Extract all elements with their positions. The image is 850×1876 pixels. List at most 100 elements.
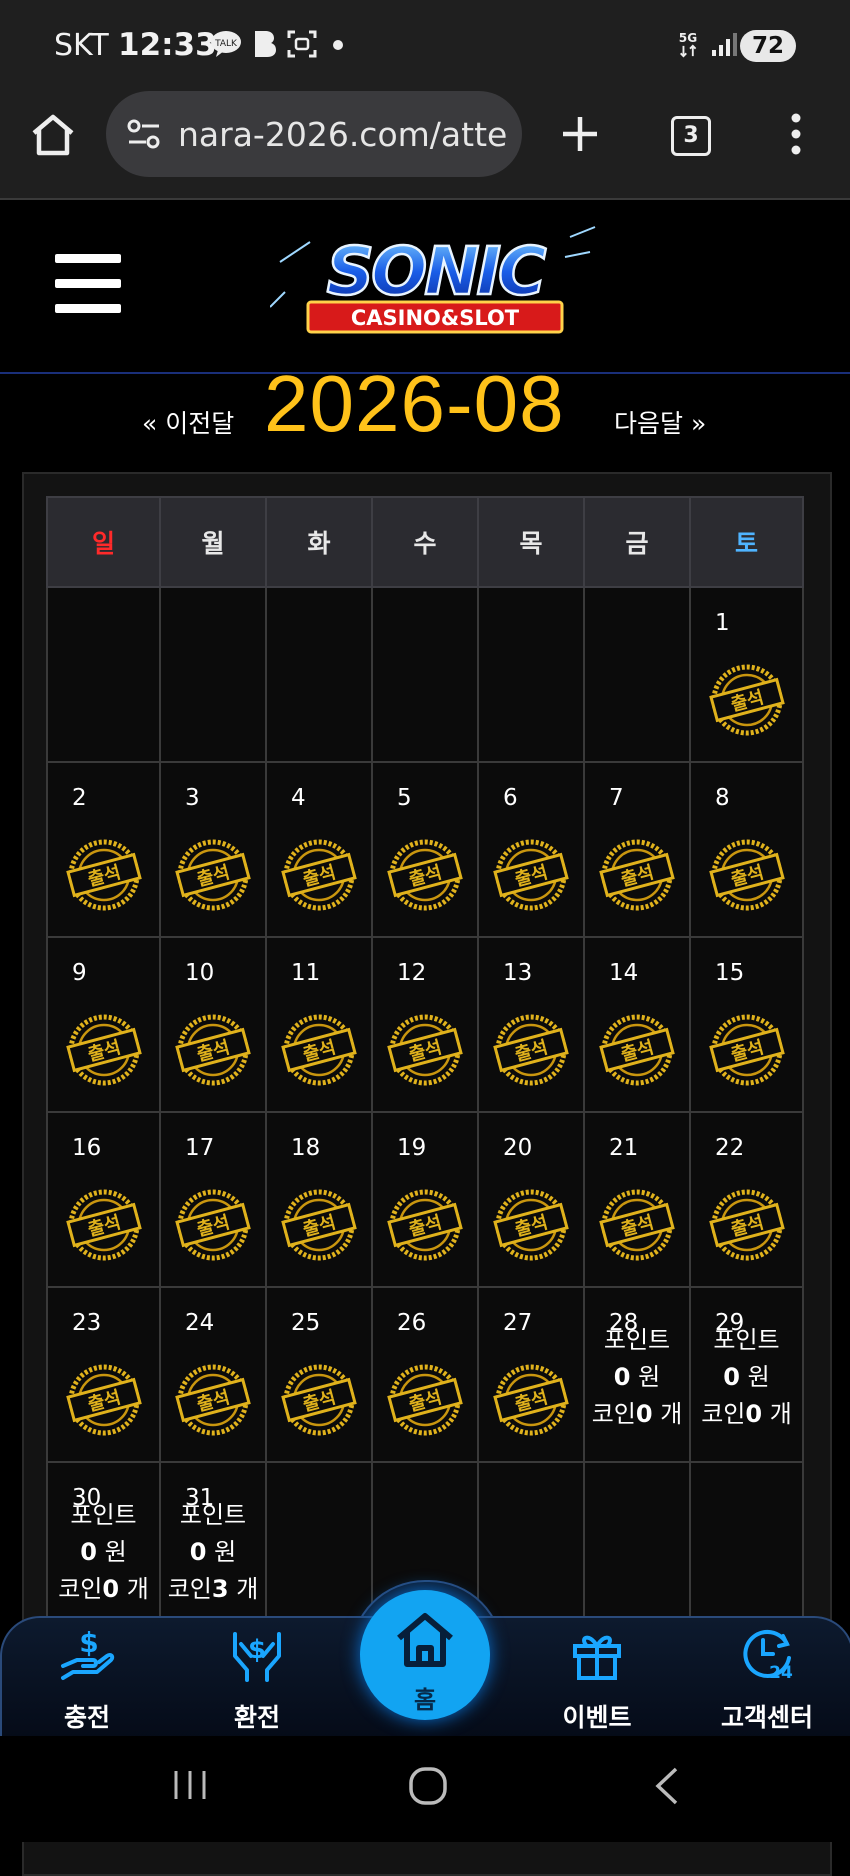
day-number: 8 <box>715 785 730 811</box>
tab-switcher-button[interactable]: 3 <box>671 116 711 156</box>
day-number: 1 <box>715 610 730 636</box>
attendance-stamp-icon: 출석 <box>599 1189 675 1261</box>
overflow-menu-icon[interactable] <box>785 112 807 156</box>
calendar-day-cell[interactable]: 14 출석 <box>583 936 691 1113</box>
day-reward-summary: 포인트 0 원 코인0 개 <box>48 1497 159 1608</box>
prev-month-link[interactable]: « 이전달 <box>142 404 234 440</box>
attendance-stamp-icon: 출석 <box>65 839 142 911</box>
calendar-day-cell[interactable]: 23 출석 <box>46 1286 161 1463</box>
weekday-sat: 토 <box>689 496 804 588</box>
day-number: 22 <box>715 1135 745 1161</box>
point-value: 0 <box>189 1538 207 1566</box>
support-24-icon: 24 <box>743 1629 793 1682</box>
attendance-stamp-icon: 출석 <box>599 1014 675 1086</box>
calendar-day-cell[interactable]: 8 출석 <box>689 761 804 938</box>
b-app-notification-icon <box>255 31 276 57</box>
new-tab-plus-icon[interactable] <box>560 114 600 154</box>
android-navigation-bar <box>0 1736 850 1842</box>
calendar-day-cell[interactable]: 12 출석 <box>371 936 479 1113</box>
svg-text:24: 24 <box>769 1663 793 1682</box>
calendar-day-cell[interactable]: 30 포인트 0 원 코인0 개 <box>46 1461 161 1638</box>
calendar-day-cell[interactable]: 15 출석 <box>689 936 804 1113</box>
site-settings-icon[interactable] <box>126 118 162 150</box>
calendar-day-cell <box>265 586 373 763</box>
calendar-day-cell[interactable]: 22 출석 <box>689 1111 804 1288</box>
calendar-day-cell <box>159 586 267 763</box>
android-home-icon[interactable] <box>408 1766 448 1806</box>
5g-network-icon: 5G <box>679 31 697 58</box>
calendar-day-cell[interactable]: 4 출석 <box>265 761 373 938</box>
calendar-day-cell[interactable]: 26 출석 <box>371 1286 479 1463</box>
svg-text:5G: 5G <box>679 31 697 45</box>
svg-text:$: $ <box>248 1635 266 1665</box>
recent-apps-icon[interactable] <box>172 1769 208 1801</box>
nav-home-button[interactable]: 홈 <box>360 1590 490 1720</box>
attendance-stamp-icon: 출석 <box>387 839 463 911</box>
calendar-day-cell[interactable]: 21 출석 <box>583 1111 691 1288</box>
weekday-header-row: 일 월 화 수 목 금 토 <box>46 496 804 588</box>
calendar-day-cell[interactable]: 20 출석 <box>477 1111 585 1288</box>
calendar-day-cell[interactable]: 3 출석 <box>159 761 267 938</box>
point-value: 0 <box>613 1363 631 1391</box>
coin-label: 코인 <box>701 1400 746 1428</box>
calendar-day-cell[interactable]: 24 출석 <box>159 1286 267 1463</box>
hamburger-menu-icon[interactable] <box>55 254 121 314</box>
point-value: 0 <box>723 1363 740 1391</box>
calendar-day-cell[interactable]: 11 출석 <box>265 936 373 1113</box>
calendar-day-cell[interactable]: 19 출석 <box>371 1111 479 1288</box>
day-number: 26 <box>397 1310 427 1336</box>
nav-exchange[interactable]: $ 환전 <box>197 1618 317 1738</box>
calendar-day-cell[interactable]: 25 출석 <box>265 1286 373 1463</box>
calendar-day-cell[interactable]: 27 출석 <box>477 1286 585 1463</box>
calendar-day-cell[interactable]: 17 출석 <box>159 1111 267 1288</box>
calendar-day-cell[interactable]: 16 출석 <box>46 1111 161 1288</box>
back-icon[interactable] <box>652 1766 682 1806</box>
attendance-stamp-icon: 출석 <box>281 1364 357 1436</box>
sonic-casino-logo[interactable]: SONIC CASINO&SLOT <box>270 222 600 342</box>
home-icon[interactable] <box>30 113 76 157</box>
calendar-day-cell <box>265 1461 373 1638</box>
calendar-day-cell[interactable]: 7 출석 <box>583 761 691 938</box>
calendar-day-cell[interactable]: 1 출석 <box>689 586 804 763</box>
coin-value: 0 <box>635 1400 653 1428</box>
calendar-day-cell[interactable]: 6 출석 <box>477 761 585 938</box>
calendar-day-cell[interactable]: 18 출석 <box>265 1111 373 1288</box>
day-number: 25 <box>291 1310 321 1336</box>
day-number: 5 <box>397 785 412 811</box>
nav-charge[interactable]: $ 충전 <box>27 1618 147 1738</box>
calendar-day-cell <box>477 586 585 763</box>
browser-toolbar: nara-2026.com/atter 3 <box>0 88 850 200</box>
calendar-day-cell[interactable]: 5 출석 <box>371 761 479 938</box>
coin-unit: 개 <box>126 1575 149 1603</box>
address-bar[interactable]: nara-2026.com/atter <box>106 91 522 177</box>
nav-event-label: 이벤트 <box>562 1703 632 1732</box>
nav-home-label: 홈 <box>413 1686 437 1714</box>
attendance-stamp-icon: 출석 <box>65 1189 142 1261</box>
day-number: 23 <box>72 1310 102 1336</box>
status-bar: SKT 12:33 TALK 5G 72 <box>0 0 850 88</box>
calendar-day-cell[interactable]: 13 출석 <box>477 936 585 1113</box>
day-number: 7 <box>609 785 624 811</box>
attendance-stamp-icon: 출석 <box>175 1364 251 1436</box>
day-number: 20 <box>503 1135 533 1161</box>
day-reward-summary: 포인트 0 원 코인0 개 <box>585 1322 689 1433</box>
calendar-day-cell[interactable]: 2 출석 <box>46 761 161 938</box>
day-number: 4 <box>291 785 306 811</box>
calendar-day-cell[interactable]: 10 출석 <box>159 936 267 1113</box>
attendance-stamp-icon: 출석 <box>387 1364 463 1436</box>
attendance-stamp-icon: 출석 <box>281 1189 357 1261</box>
day-number: 15 <box>715 960 745 986</box>
signal-strength-icon <box>712 33 737 56</box>
calendar-day-cell[interactable]: 9 출석 <box>46 936 161 1113</box>
nav-event[interactable]: 이벤트 <box>537 1618 657 1738</box>
calendar-day-cell[interactable]: 31 포인트 0 원 코인3 개 <box>159 1461 267 1638</box>
calendar-day-cell[interactable]: 29 포인트 0 원 코인0 개 <box>689 1286 804 1463</box>
day-number: 24 <box>185 1310 215 1336</box>
nav-support[interactable]: 24 고객센터 <box>707 1618 827 1738</box>
next-month-link[interactable]: 다음달 » <box>614 404 706 440</box>
point-label: 포인트 <box>603 1326 671 1354</box>
calendar-day-cell[interactable]: 28 포인트 0 원 코인0 개 <box>583 1286 691 1463</box>
day-number: 27 <box>503 1310 533 1336</box>
url-text[interactable]: nara-2026.com/atter <box>178 115 508 154</box>
attendance-stamp-icon: 출석 <box>493 1189 569 1261</box>
